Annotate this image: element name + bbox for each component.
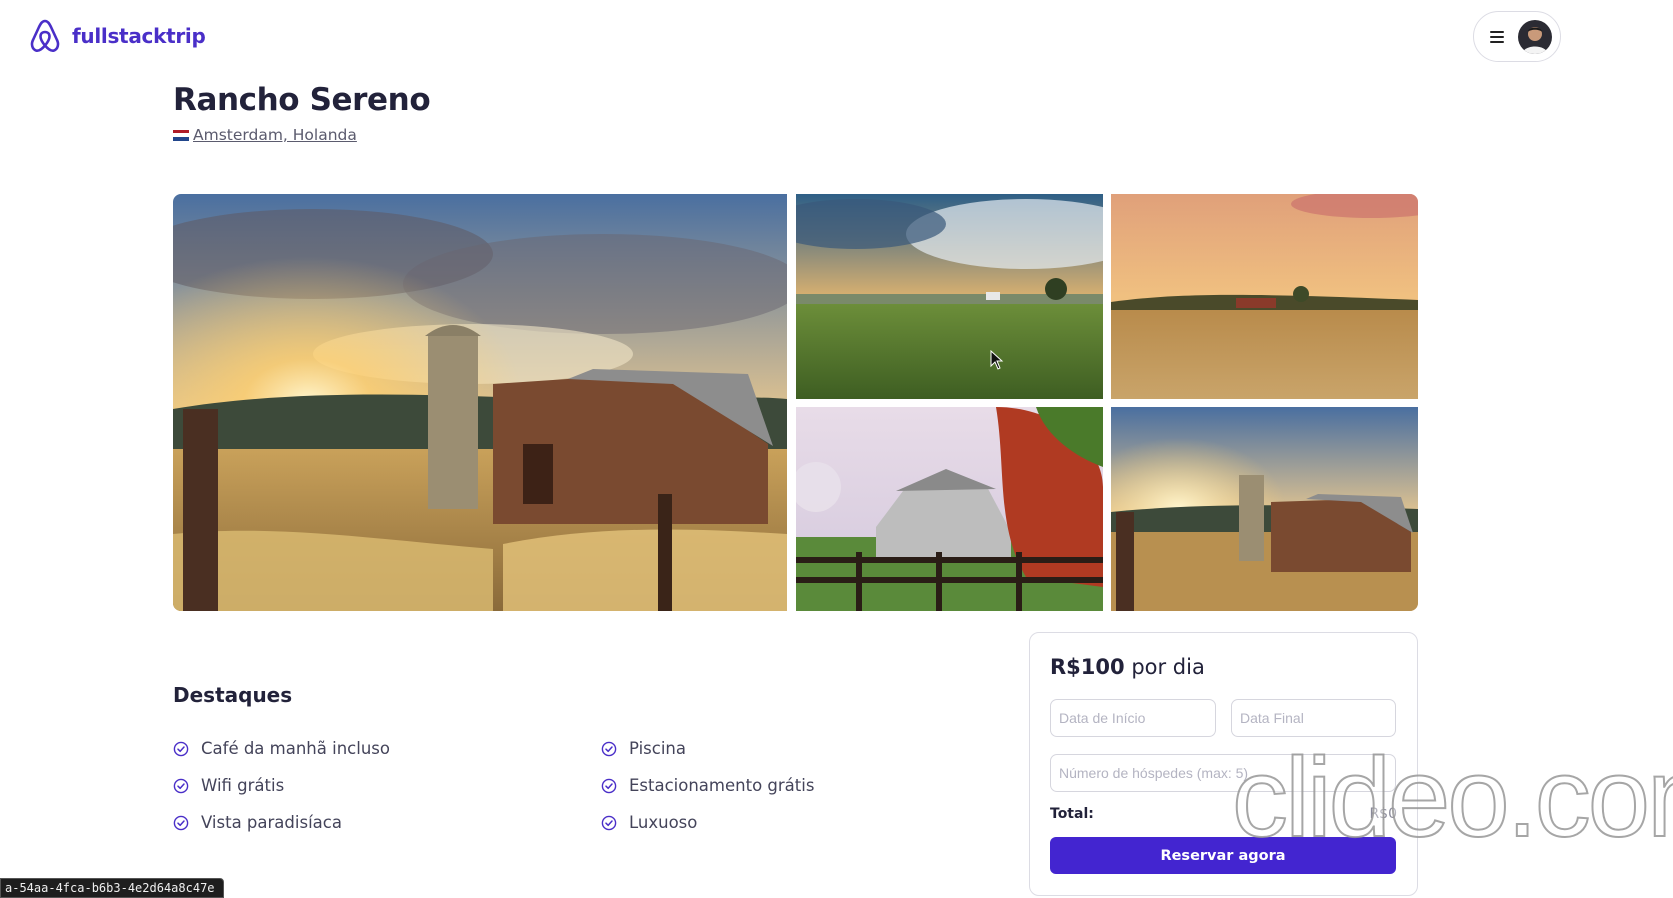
mouse-cursor-icon: [990, 350, 1004, 370]
highlight-label: Estacionamento grátis: [629, 776, 815, 795]
user-menu-button[interactable]: [1473, 11, 1561, 62]
check-circle-icon: [601, 778, 617, 793]
logo[interactable]: fullstacktrip: [28, 18, 206, 54]
highlight-item: Wifi grátis: [173, 776, 284, 795]
highlight-item: Piscina: [601, 739, 686, 758]
check-circle-icon: [601, 741, 617, 756]
booking-card: R$100 por dia Total: R$0 Reservar agora: [1029, 632, 1418, 896]
highlight-label: Piscina: [629, 739, 686, 758]
price-unit: por dia: [1131, 655, 1205, 679]
highlight-label: Wifi grátis: [201, 776, 285, 795]
gallery-photo-4[interactable]: [796, 407, 1103, 611]
netherlands-flag-icon: [173, 129, 189, 141]
check-circle-icon: [173, 741, 189, 756]
highlight-item: Vista paradisíaca: [173, 813, 342, 832]
logo-text: fullstacktrip: [72, 24, 206, 48]
total-value: R$0: [1369, 806, 1397, 822]
check-circle-icon: [173, 778, 189, 793]
hamburger-icon: [1490, 30, 1504, 43]
gallery-photo-5[interactable]: [1111, 407, 1418, 611]
page-title: Rancho Sereno: [173, 82, 431, 118]
price-amount: R$100: [1050, 655, 1125, 679]
status-bar-url: a-54aa-4fca-b6b3-4e2d64a8c47e: [0, 878, 224, 898]
check-circle-icon: [173, 815, 189, 830]
airbnb-style-logo-icon: [30, 19, 60, 53]
highlight-label: Café da manhã incluso: [201, 739, 390, 758]
highlight-item: Café da manhã incluso: [173, 739, 390, 758]
guests-field[interactable]: [1050, 754, 1396, 792]
highlight-item: Luxuoso: [601, 813, 697, 832]
avatar: [1518, 19, 1552, 54]
end-date-field[interactable]: [1231, 699, 1396, 737]
location-link[interactable]: Amsterdam, Holanda: [193, 126, 357, 144]
reserve-button[interactable]: Reservar agora: [1050, 837, 1396, 874]
highlight-label: Luxuoso: [629, 813, 698, 832]
gallery-photo-main[interactable]: [173, 194, 787, 611]
total-label: Total:: [1050, 806, 1094, 822]
price: R$100 por dia: [1050, 655, 1205, 679]
highlight-item: Estacionamento grátis: [601, 776, 814, 795]
start-date-field[interactable]: [1050, 699, 1216, 737]
check-circle-icon: [601, 815, 617, 830]
gallery-photo-2[interactable]: [796, 194, 1103, 399]
gallery-photo-3[interactable]: [1111, 194, 1418, 399]
location: Amsterdam, Holanda: [173, 126, 357, 144]
highlight-label: Vista paradisíaca: [201, 813, 342, 832]
highlights-title: Destaques: [173, 683, 293, 707]
